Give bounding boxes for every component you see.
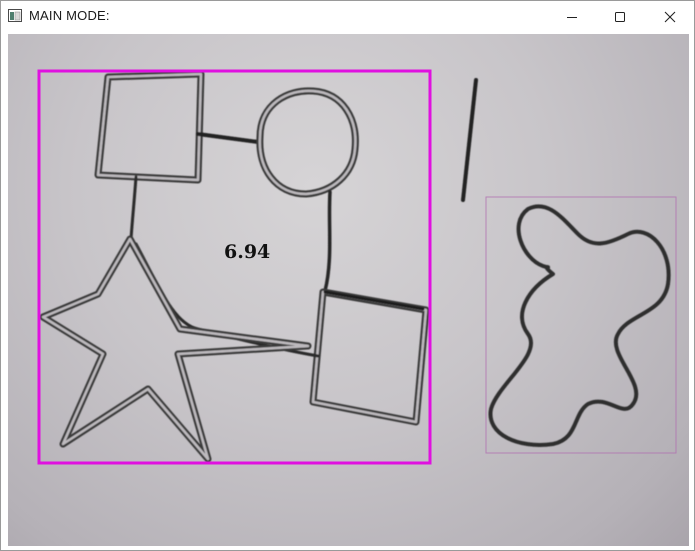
sketch-circle: [256, 87, 359, 198]
sketch-shapes: [39, 70, 671, 463]
sketch-connector-2: [323, 190, 332, 293]
sketch-connector-1: [196, 132, 260, 144]
app-icon: [8, 9, 22, 22]
maximize-icon: [615, 11, 625, 22]
measurement-label: 6.94: [224, 241, 270, 263]
title-bar[interactable]: MAIN MODE:: [1, 1, 694, 32]
sketch-star: [39, 235, 312, 463]
sketch-square-top: [94, 70, 205, 184]
sketch-square-right: [309, 288, 430, 426]
detection-overlay: 6.94: [37, 69, 677, 465]
sketch-line: [461, 78, 478, 202]
app-window: MAIN MODE: 6.94: [0, 0, 695, 551]
bounding-box-main: [37, 69, 432, 465]
minimize-button[interactable]: [549, 1, 595, 32]
close-button[interactable]: [646, 1, 694, 32]
window-title: MAIN MODE:: [29, 8, 110, 23]
camera-view: 6.94: [8, 34, 689, 546]
maximize-button[interactable]: [597, 1, 643, 32]
sketch-connector-3: [129, 175, 138, 241]
minimize-icon: [567, 16, 577, 18]
sketch-blob: [488, 204, 671, 447]
close-icon: [664, 11, 676, 22]
